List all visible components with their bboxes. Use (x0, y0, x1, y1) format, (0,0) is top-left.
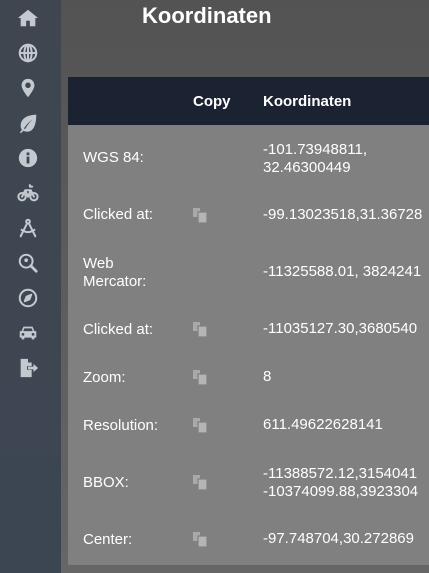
sidebar-item-car[interactable] (14, 319, 42, 347)
sidebar-item-home[interactable] (14, 4, 42, 32)
search-location-icon (18, 253, 38, 273)
home-icon (17, 9, 39, 27)
row-label: Clicked at: (83, 206, 154, 223)
compass-icon (18, 288, 38, 308)
leaf-icon (19, 114, 37, 134)
copy-icon (193, 418, 208, 434)
sidebar-item-bicycle[interactable] (14, 179, 42, 207)
sidebar (0, 0, 61, 573)
row-label: Zoom: (83, 369, 126, 386)
row-value: 8 (263, 368, 272, 385)
car-icon (19, 326, 37, 340)
copy-icon (193, 532, 208, 548)
row-value: -11035127.30,3680540 (263, 320, 418, 337)
copy-icon (193, 370, 208, 386)
row-value-line2: -10374099.88,3923304 (263, 483, 419, 500)
sidebar-item-drafting[interactable] (14, 214, 42, 242)
sidebar-item-globe[interactable] (14, 39, 42, 67)
sidebar-item-search-location[interactable] (14, 249, 42, 277)
sidebar-item-info[interactable] (14, 144, 42, 172)
row-label: Center: (83, 531, 133, 548)
copy-icon (193, 322, 208, 338)
copy-button[interactable] (192, 320, 208, 338)
globe-icon (18, 43, 38, 63)
row-value: 611.49622628141 (263, 416, 383, 433)
file-export-icon (20, 358, 39, 378)
header-copy: Copy (193, 93, 231, 110)
drafting-compass-icon (19, 218, 37, 238)
copy-button[interactable] (192, 416, 208, 434)
row-label: WGS 84: (83, 149, 144, 166)
copy-icon (193, 475, 208, 491)
copy-icon (193, 208, 208, 224)
row-label-line2: Mercator: (83, 273, 147, 290)
table-header: Copy Koordinaten (68, 77, 429, 125)
map-marker-icon (21, 78, 35, 98)
row-label: Resolution: (83, 417, 159, 434)
info-icon (18, 148, 38, 168)
sidebar-item-export[interactable] (14, 354, 42, 382)
sidebar-item-marker[interactable] (14, 74, 42, 102)
copy-button[interactable] (192, 206, 208, 224)
row-value: -97.748704,30.272869 (263, 530, 414, 547)
row-label: Clicked at: (83, 321, 154, 338)
copy-button[interactable] (192, 368, 208, 386)
copy-button[interactable] (192, 530, 208, 548)
coordinates-panel: Copy Koordinaten WGS 84: -101.73948811, … (68, 77, 429, 565)
page-title: Koordinaten (142, 3, 272, 28)
sidebar-item-leaf[interactable] (14, 109, 42, 137)
row-label: Web (83, 255, 114, 272)
row-value: -11325588.01, 3824241 (263, 263, 422, 280)
row-label: BBOX: (83, 474, 129, 491)
row-value: -101.73948811, (263, 141, 367, 158)
row-value: -11388572.12,3154041 (263, 465, 418, 482)
row-value-line2: 32.46300449 (263, 159, 351, 176)
main-area: Koordinaten Copy Koordinaten WGS 84: -10… (61, 0, 429, 573)
header-koordinaten: Koordinaten (263, 93, 352, 110)
copy-button[interactable] (192, 473, 208, 491)
bicycle-icon (17, 184, 39, 202)
row-value: -99.13023518,31.36728 (263, 206, 423, 223)
sidebar-item-compass[interactable] (14, 284, 42, 312)
